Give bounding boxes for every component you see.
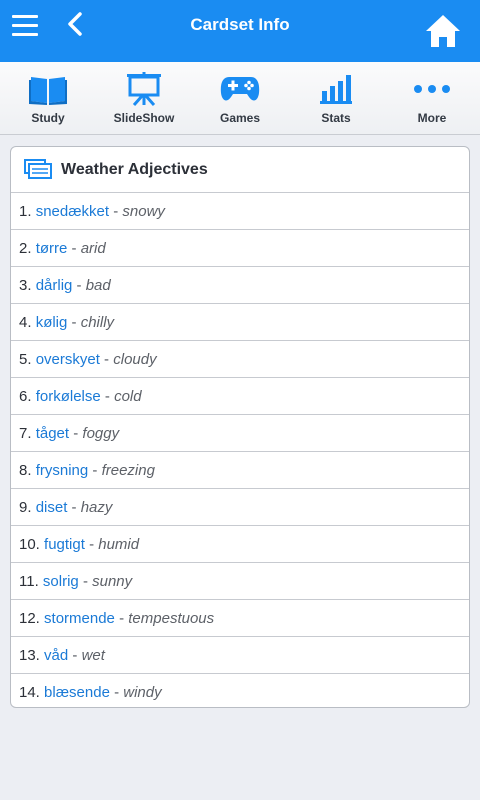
toolbar-label-games: Games — [219, 111, 261, 125]
card-definition: cold — [114, 388, 142, 405]
card-row[interactable]: 10. fugtigt - humid — [11, 526, 469, 563]
toolbar-item-games[interactable]: Games — [192, 62, 288, 134]
card-term[interactable]: frysning — [36, 462, 89, 479]
card-term[interactable]: diset — [36, 499, 68, 516]
card-definition: cloudy — [113, 351, 157, 368]
card-row[interactable]: 5. overskyet - cloudy — [11, 341, 469, 378]
card-row[interactable]: 7. tåget - foggy — [11, 415, 469, 452]
book-icon — [28, 72, 68, 106]
card-term[interactable]: snedækket — [36, 203, 109, 220]
toolbar-item-stats[interactable]: Stats — [288, 62, 384, 134]
bar-chart-icon — [316, 72, 356, 106]
more-dots-icon — [412, 72, 452, 106]
card-definition: chilly — [80, 314, 115, 331]
card-number: 7. — [19, 425, 32, 442]
cardset-icon — [24, 159, 52, 179]
card-number: 9. — [19, 499, 32, 516]
card-separator: - — [67, 240, 81, 257]
card-definition: windy — [123, 684, 162, 701]
cardset-panel: Weather Adjectives 1. snedækket - snowy … — [10, 146, 470, 708]
card-term[interactable]: kølig — [36, 314, 68, 331]
toolbar-item-slideshow[interactable]: SlideShow — [96, 62, 192, 134]
toolbar-label-stats: Stats — [321, 111, 351, 125]
card-row[interactable]: 8. frysning - freezing — [11, 452, 469, 489]
card-definition: snowy — [122, 203, 165, 220]
card-row[interactable]: 4. kølig - chilly — [11, 304, 469, 341]
card-row[interactable]: 9. diset - hazy — [11, 489, 469, 526]
card-separator: - — [100, 388, 115, 405]
card-number: 3. — [19, 277, 32, 294]
card-number: 2. — [19, 240, 32, 257]
card-definition: freezing — [101, 462, 155, 479]
card-number: 6. — [19, 388, 32, 405]
card-term[interactable]: fugtigt — [44, 536, 85, 553]
card-number: 4. — [19, 314, 32, 331]
card-definition: wet — [81, 647, 105, 664]
page-title: Cardset Info — [190, 15, 290, 34]
toolbar-item-study[interactable]: Study — [0, 62, 96, 134]
card-definition: hazy — [80, 499, 113, 516]
card-number: 10. — [19, 536, 40, 553]
card-term[interactable]: stormende — [44, 610, 115, 627]
toolbar-label-slideshow: SlideShow — [113, 111, 175, 125]
card-number: 1. — [19, 203, 32, 220]
card-row[interactable]: 11. solrig - sunny — [11, 563, 469, 600]
card-number: 5. — [19, 351, 32, 368]
card-term[interactable]: overskyet — [36, 351, 100, 368]
card-separator: - — [109, 203, 123, 220]
card-row[interactable]: 1. snedækket - snowy — [11, 193, 469, 230]
card-definition: sunny — [92, 573, 133, 590]
card-definition: arid — [80, 240, 106, 257]
presentation-easel-icon — [124, 72, 164, 106]
toolbar-item-more[interactable]: More — [384, 62, 480, 134]
top-app-bar: Cardset Info — [0, 0, 480, 62]
toolbar-label-more: More — [417, 111, 447, 125]
toolbar-label-study: Study — [31, 111, 65, 125]
card-list: 1. snedækket - snowy 2. tørre - arid 3. … — [11, 193, 469, 707]
card-separator: - — [84, 536, 99, 553]
card-definition: foggy — [82, 425, 120, 442]
gamepad-icon — [220, 72, 260, 106]
card-term[interactable]: tåget — [36, 425, 69, 442]
card-number: 13. — [19, 647, 40, 664]
cardset-header: Weather Adjectives — [11, 147, 469, 193]
cardset-title: Weather Adjectives — [61, 161, 208, 178]
card-definition: tempestuous — [128, 610, 215, 627]
card-separator: - — [88, 462, 102, 479]
card-separator: - — [67, 499, 81, 516]
card-row[interactable]: 6. forkølelse - cold — [11, 378, 469, 415]
card-number: 12. — [19, 610, 40, 627]
card-term[interactable]: blæsende — [44, 684, 110, 701]
home-icon[interactable] — [424, 14, 462, 48]
card-row[interactable]: 12. stormende - tempestuous — [11, 600, 469, 637]
card-row[interactable]: 13. våd - wet — [11, 637, 469, 674]
card-separator: - — [114, 610, 129, 627]
card-term[interactable]: forkølelse — [36, 388, 101, 405]
card-separator: - — [109, 684, 124, 701]
card-term[interactable]: tørre — [36, 240, 68, 257]
card-number: 8. — [19, 462, 32, 479]
cardset-toolbar: Study SlideShow Games Stats More — [0, 62, 480, 135]
card-separator: - — [99, 351, 114, 368]
card-definition: bad — [85, 277, 111, 294]
card-number: 11. — [19, 573, 39, 590]
card-separator: - — [72, 277, 86, 294]
card-number: 14. — [19, 684, 40, 701]
card-separator: - — [67, 314, 81, 331]
card-separator: - — [69, 425, 83, 442]
card-term[interactable]: solrig — [43, 573, 79, 590]
card-row[interactable]: 2. tørre - arid — [11, 230, 469, 267]
card-definition: humid — [98, 536, 140, 553]
card-separator: - — [78, 573, 93, 590]
card-term[interactable]: våd — [44, 647, 68, 664]
card-row[interactable]: 14. blæsende - windy — [11, 674, 469, 707]
card-row[interactable]: 3. dårlig - bad — [11, 267, 469, 304]
card-term[interactable]: dårlig — [36, 277, 73, 294]
card-separator: - — [68, 647, 82, 664]
